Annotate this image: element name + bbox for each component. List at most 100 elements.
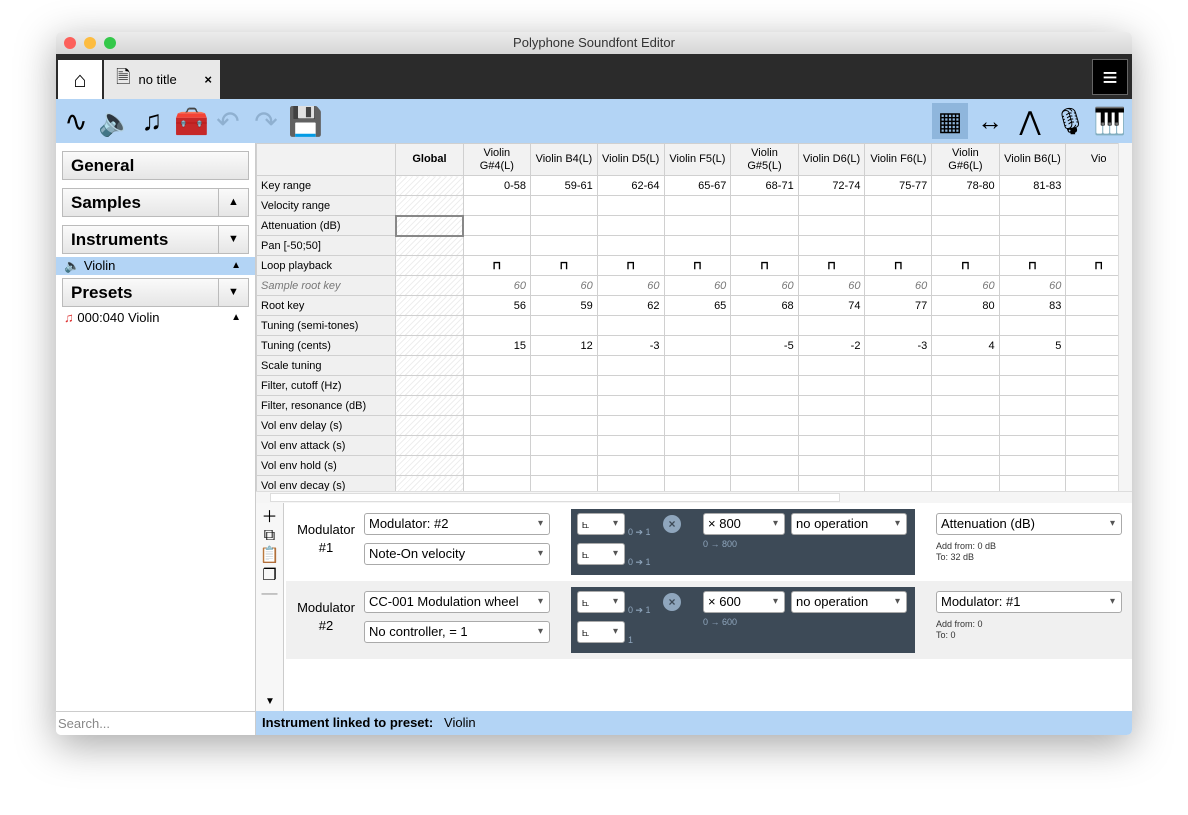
table-cell[interactable] [931,235,1000,256]
table-cell[interactable] [797,455,866,476]
table-cell[interactable]: 4 [931,335,1000,356]
table-cell[interactable] [596,315,665,336]
table-cell[interactable] [395,455,464,476]
table-cell[interactable] [530,415,598,436]
table-cell[interactable] [530,375,598,396]
table-cell[interactable] [530,215,598,236]
table-cell[interactable] [730,395,799,416]
table-cell[interactable] [998,315,1067,336]
table-cell[interactable] [730,435,799,456]
table-cell[interactable] [931,195,1000,216]
table-cell[interactable] [864,195,933,216]
table-cell[interactable]: ⊓ [462,255,532,276]
table-cell[interactable] [931,215,1000,236]
column-header[interactable]: Violin F6(L) [864,143,933,176]
undo-icon[interactable]: ↶ [212,105,244,138]
table-cell[interactable] [998,355,1067,376]
table-cell[interactable] [730,475,799,491]
column-header[interactable]: Violin G#4(L) [462,143,532,176]
table-cell[interactable]: 65 [663,295,732,316]
table-view-icon[interactable]: ▦ [932,103,968,139]
table-cell[interactable]: 68 [730,295,799,316]
column-header[interactable]: Violin D5(L) [596,143,665,176]
table-cell[interactable] [530,395,598,416]
toolbox-icon[interactable]: 🧰 [174,105,209,138]
table-cell[interactable]: -2 [797,335,866,356]
table-cell[interactable] [998,195,1067,216]
table-cell[interactable] [663,355,732,376]
table-cell[interactable] [998,435,1067,456]
table-cell[interactable] [530,455,598,476]
expand-icon[interactable]: ▼ [218,226,248,253]
table-cell[interactable]: 15 [462,335,532,356]
table-cell[interactable] [797,195,866,216]
table-cell[interactable] [730,235,799,256]
table-cell[interactable] [395,355,464,376]
table-cell[interactable]: 68-71 [730,175,799,196]
column-header[interactable]: Violin B6(L) [998,143,1067,176]
destination-dropdown[interactable]: Attenuation (dB) [936,513,1122,535]
table-cell[interactable] [931,395,1000,416]
table-cell[interactable] [864,435,933,456]
table-cell[interactable] [462,475,532,491]
table-cell[interactable] [931,355,1000,376]
table-cell[interactable]: 60 [931,275,1000,296]
table-cell[interactable] [730,375,799,396]
envelope-icon[interactable]: ⋀ [1012,103,1048,139]
redo-icon[interactable]: ↷ [250,105,282,138]
table-cell[interactable] [596,375,665,396]
collapse-icon[interactable]: ▲ [231,309,241,327]
table-cell[interactable] [931,375,1000,396]
table-cell[interactable] [596,395,665,416]
table-cell[interactable]: 62-64 [596,175,665,196]
curve2-dropdown[interactable]: ⦜ [577,543,625,565]
save-icon[interactable]: 💾 [288,105,323,138]
table-cell[interactable] [530,315,598,336]
table-cell[interactable]: 59-61 [530,175,598,196]
source2-dropdown[interactable]: No controller, = 1 [364,621,550,643]
table-cell[interactable] [395,435,464,456]
table-cell[interactable] [663,315,732,336]
duplicate-icon[interactable]: ❐ [256,565,283,585]
table-cell[interactable] [797,475,866,491]
table-cell[interactable] [462,195,532,216]
table-cell[interactable]: -3 [864,335,933,356]
table-cell[interactable] [663,195,732,216]
table-cell[interactable] [864,235,933,256]
table-cell[interactable] [462,215,532,236]
source2-dropdown[interactable]: Note-On velocity [364,543,550,565]
table-cell[interactable] [596,235,665,256]
table-cell[interactable] [864,315,933,336]
sample-wave-icon[interactable]: ∿ [60,105,92,138]
table-cell[interactable]: 78-80 [931,175,1000,196]
table-cell[interactable] [395,195,464,216]
table-cell[interactable]: 60 [797,275,866,296]
table-cell[interactable] [395,315,464,336]
music-note-icon[interactable]: ♫ [136,105,168,137]
menu-button[interactable]: ≡ [1092,59,1128,95]
sidebar-presets[interactable]: Presets ▼ [62,278,249,307]
table-cell[interactable]: 60 [596,275,665,296]
table-cell[interactable] [730,455,799,476]
expand-icon[interactable]: ▼ [218,279,248,306]
table-cell[interactable] [998,235,1067,256]
curve2-dropdown[interactable]: ⦜ [577,621,625,643]
document-tab[interactable]: 🗎 no title × [104,60,220,99]
table-cell[interactable] [864,415,933,436]
table-cell[interactable] [663,395,732,416]
table-cell[interactable] [596,435,665,456]
column-header[interactable]: Violin G#6(L) [931,143,1000,176]
table-cell[interactable] [530,355,598,376]
add-icon[interactable]: ＋ [256,503,283,527]
table-cell[interactable] [596,415,665,436]
table-cell[interactable]: 81-83 [998,175,1067,196]
column-header[interactable]: Violin F5(L) [663,143,732,176]
table-cell[interactable] [395,335,464,356]
table-cell[interactable] [998,415,1067,436]
table-cell[interactable]: ⊓ [931,255,1000,276]
table-cell[interactable] [596,215,665,236]
table-cell[interactable]: 74 [797,295,866,316]
table-cell[interactable] [395,255,464,276]
table-cell[interactable] [864,215,933,236]
table-cell[interactable]: 80 [931,295,1000,316]
